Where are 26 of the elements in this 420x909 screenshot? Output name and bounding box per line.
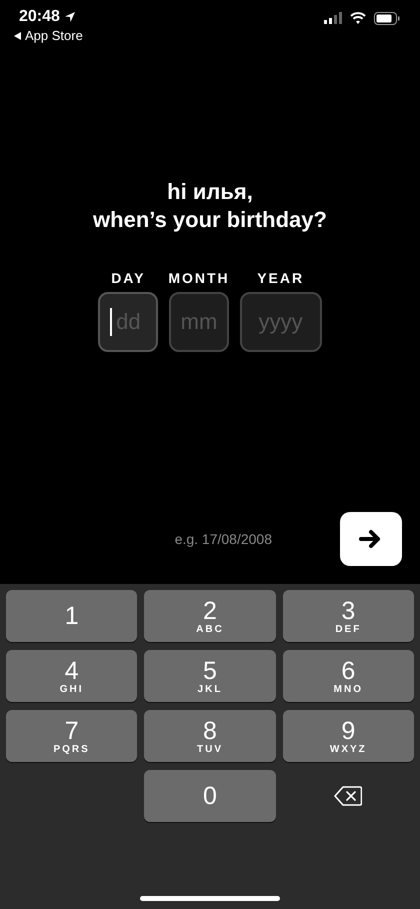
- back-link[interactable]: App Store: [14, 28, 83, 43]
- keypad-key[interactable]: 2 ABC: [144, 590, 276, 642]
- date-hint: e.g. 17/08/2008: [174, 531, 272, 547]
- keypad-key[interactable]: 9 WXYZ: [282, 710, 414, 762]
- location-arrow-icon: [64, 11, 76, 23]
- keypad-key[interactable]: 8 TUV: [144, 710, 276, 762]
- text-cursor: [110, 308, 112, 336]
- keypad-key[interactable]: 1: [6, 590, 138, 642]
- keypad-key[interactable]: 0: [144, 770, 276, 822]
- wifi-icon: [350, 12, 366, 24]
- field-label: MONTH: [168, 270, 230, 286]
- battery-icon: [374, 12, 400, 24]
- keypad-key[interactable]: 5 JKL: [144, 650, 276, 702]
- next-button[interactable]: [340, 512, 402, 566]
- keypad-key[interactable]: 7 PQRS: [6, 710, 138, 762]
- keypad-key[interactable]: 3 DEF: [282, 590, 414, 642]
- keypad-key[interactable]: 6 MNO: [282, 650, 414, 702]
- greeting-heading: hi илья, when’s your birthday?: [92, 178, 328, 234]
- keypad-key[interactable]: 4 GHI: [6, 650, 138, 702]
- right-arrow-icon: [359, 529, 383, 549]
- field-label: YEAR: [257, 270, 304, 286]
- field-label: DAY: [111, 270, 146, 286]
- back-triangle-icon: [14, 32, 21, 40]
- status-time: 20:48: [19, 8, 60, 26]
- signal-icon: [324, 12, 342, 24]
- backspace-icon: [334, 786, 362, 806]
